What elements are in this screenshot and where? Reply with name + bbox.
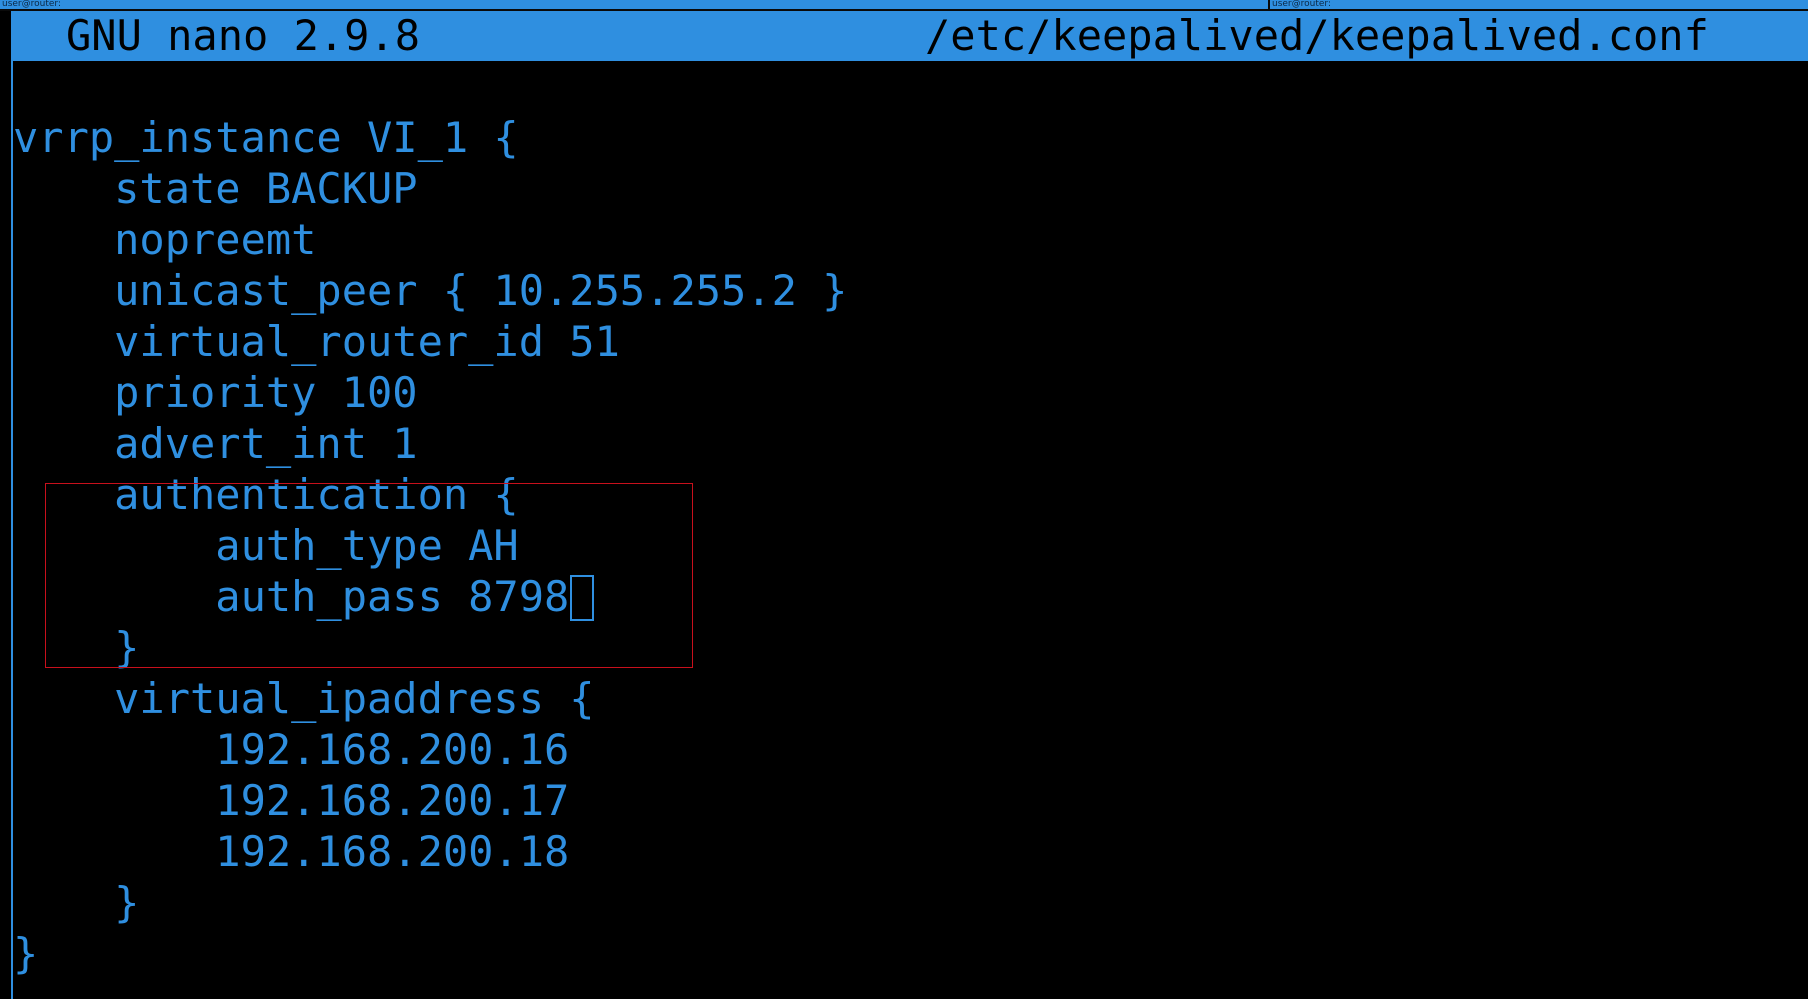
code-line-text: auth_pass 8798 [13, 572, 570, 621]
text-editor-area[interactable]: vrrp_instance VI_1 { state BACKUP nopree… [13, 112, 1803, 979]
window-tab-strip: user@router: user@router: [0, 0, 1808, 11]
code-line[interactable]: virtual_ipaddress { [13, 673, 1803, 724]
code-line[interactable]: priority 100 [13, 367, 1803, 418]
code-line-with-cursor[interactable]: auth_pass 8798 [13, 571, 1803, 622]
code-line[interactable]: advert_int 1 [13, 418, 1803, 469]
code-line[interactable]: 192.168.200.17 [13, 775, 1803, 826]
code-line[interactable]: unicast_peer { 10.255.255.2 } [13, 265, 1803, 316]
nano-version: GNU nano 2.9.8 [66, 11, 421, 60]
code-line[interactable]: auth_type AH [13, 520, 1803, 571]
window-tab-right[interactable]: user@router: [1270, 0, 1808, 9]
code-line[interactable]: nopreemt [13, 214, 1803, 265]
window-tab-left[interactable]: user@router: [0, 0, 1268, 9]
nano-title-bar: GNU nano 2.9.8 /etc/keepalived/keepalive… [13, 11, 1808, 61]
code-line[interactable]: virtual_router_id 51 [13, 316, 1803, 367]
code-line[interactable]: vrrp_instance VI_1 { [13, 112, 1803, 163]
code-line[interactable]: state BACKUP [13, 163, 1803, 214]
text-cursor [570, 574, 595, 621]
code-line[interactable]: } [13, 928, 1803, 979]
code-line[interactable]: } [13, 622, 1803, 673]
code-line[interactable]: authentication { [13, 469, 1803, 520]
code-line[interactable]: } [13, 877, 1803, 928]
code-line[interactable]: 192.168.200.18 [13, 826, 1803, 877]
code-line[interactable]: 192.168.200.16 [13, 724, 1803, 775]
file-path: /etc/keepalived/keepalived.conf [925, 11, 1709, 60]
